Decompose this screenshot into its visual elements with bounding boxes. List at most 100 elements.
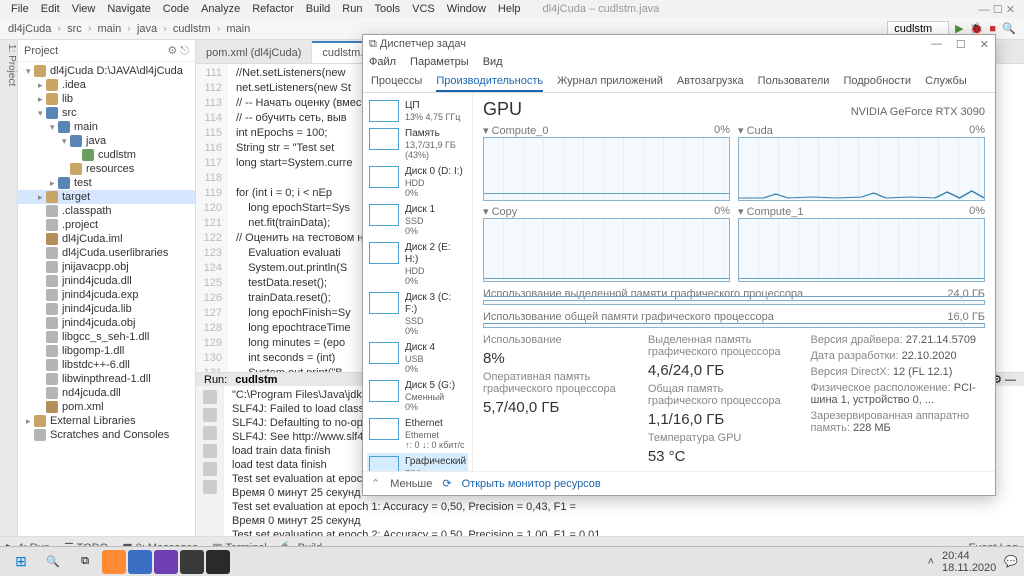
tm-menu-view[interactable]: Вид — [483, 56, 503, 68]
crumb[interactable]: src — [67, 23, 82, 35]
app-icon[interactable] — [154, 550, 178, 574]
tm-tab-performance[interactable]: Производительность — [436, 71, 543, 92]
menu-help[interactable]: Help — [493, 1, 526, 17]
up-icon[interactable] — [203, 426, 217, 440]
search-icon[interactable]: 🔍 — [38, 550, 68, 574]
device-item[interactable]: Диск 4USB0% — [367, 339, 468, 377]
app-icon[interactable] — [206, 550, 230, 574]
project-tool-tab[interactable]: 1: Project — [0, 40, 18, 536]
tree-item[interactable]: ▸target — [18, 190, 195, 204]
tab-pom[interactable]: pom.xml (dl4jCuda) — [196, 43, 312, 63]
tm-tabs[interactable]: Процессы Производительность Журнал прило… — [363, 71, 995, 93]
tree-item[interactable]: Scratches and Consoles — [18, 428, 195, 442]
app-icon[interactable] — [180, 550, 204, 574]
search-icon[interactable]: 🔍 — [1002, 22, 1016, 36]
tree-item[interactable]: nd4jcuda.dll — [18, 386, 195, 400]
crumb[interactable]: dl4jCuda — [8, 23, 51, 35]
tm-menubar[interactable]: Файл Параметры Вид — [363, 53, 995, 71]
rerun-icon[interactable] — [203, 390, 217, 404]
device-item[interactable]: Графический проNVIDIA GeForce RTX 3098% … — [367, 453, 468, 471]
tree-item[interactable]: ▾main — [18, 120, 195, 134]
fewer-details[interactable]: Меньше — [390, 478, 432, 490]
crumb[interactable]: main — [97, 23, 121, 35]
tm-tab-apphistory[interactable]: Журнал приложений — [557, 71, 663, 92]
stop-icon[interactable]: ■ — [989, 23, 996, 35]
taskview-icon[interactable]: ⧉ — [70, 550, 100, 574]
stop-icon[interactable] — [203, 408, 217, 422]
windows-taskbar[interactable]: ⊞ 🔍 ⧉ ˄ 20:4418.11.2020 💬 — [0, 546, 1024, 576]
device-item[interactable]: Диск 3 (C: F:)SSD0% — [367, 289, 468, 339]
tree-item[interactable]: ▸.idea — [18, 78, 195, 92]
run-toolbar[interactable] — [196, 386, 224, 558]
tree-item[interactable]: libstdc++-6.dll — [18, 358, 195, 372]
crumb[interactable]: java — [137, 23, 157, 35]
tm-tab-startup[interactable]: Автозагрузка — [677, 71, 744, 92]
tree-item[interactable]: ▸External Libraries — [18, 414, 195, 428]
tree-item[interactable]: resources — [18, 162, 195, 176]
tree-item[interactable]: jnind4jcuda.exp — [18, 288, 195, 302]
tree-item[interactable]: libwinpthread-1.dll — [18, 372, 195, 386]
open-resmon-link[interactable]: Открыть монитор ресурсов — [462, 478, 601, 490]
tree-item[interactable]: ▸test — [18, 176, 195, 190]
tree-item[interactable]: .project — [18, 218, 195, 232]
menu-view[interactable]: View — [67, 1, 101, 17]
menu-window[interactable]: Window — [442, 1, 491, 17]
tree-item[interactable]: pom.xml — [18, 400, 195, 414]
crumb[interactable]: cudlstm — [173, 23, 211, 35]
tree-item[interactable]: .classpath — [18, 204, 195, 218]
tree-item[interactable]: jnijavacpp.obj — [18, 260, 195, 274]
menu-tools[interactable]: Tools — [369, 1, 405, 17]
device-item[interactable]: EthernetEthernet↑: 0 ↓: 0 кбит/с — [367, 415, 468, 453]
down-icon[interactable] — [203, 444, 217, 458]
menu-code[interactable]: Code — [158, 1, 194, 17]
print-icon[interactable] — [203, 480, 217, 494]
tm-tab-details[interactable]: Подробности — [843, 71, 911, 92]
close-icon[interactable]: ✕ — [980, 38, 989, 51]
task-manager-window[interactable]: ⧉ Диспетчер задач — ☐ ✕ Файл Параметры В… — [362, 34, 996, 496]
device-item[interactable]: Диск 1SSD0% — [367, 201, 468, 239]
device-list[interactable]: ЦП13% 4,75 ГГцПамять13,7/31,9 ГБ (43%) Ди… — [363, 93, 473, 471]
menu-run[interactable]: Run — [337, 1, 367, 17]
tree-item[interactable]: libgomp-1.dll — [18, 344, 195, 358]
device-item[interactable]: Диск 5 (G:)Сменный0% — [367, 377, 468, 415]
maximize-icon[interactable]: ☐ — [956, 38, 966, 51]
device-item[interactable]: ЦП13% 4,75 ГГц — [367, 97, 468, 125]
tm-menu-file[interactable]: Файл — [369, 56, 396, 68]
wrap-icon[interactable] — [203, 462, 217, 476]
tm-tab-processes[interactable]: Процессы — [371, 71, 422, 92]
tm-titlebar[interactable]: ⧉ Диспетчер задач — ☐ ✕ — [363, 35, 995, 53]
device-item[interactable]: Память13,7/31,9 ГБ (43%) — [367, 125, 468, 163]
tree-item[interactable]: ▸lib — [18, 92, 195, 106]
menu-analyze[interactable]: Analyze — [196, 1, 245, 17]
tree-item[interactable]: ▾java — [18, 134, 195, 148]
tree-item[interactable]: jnind4jcuda.dll — [18, 274, 195, 288]
tm-menu-options[interactable]: Параметры — [410, 56, 469, 68]
menu-build[interactable]: Build — [301, 1, 335, 17]
menu-vcs[interactable]: VCS — [407, 1, 440, 17]
menu-edit[interactable]: Edit — [36, 1, 65, 17]
notification-icon[interactable]: 💬 — [1004, 555, 1018, 568]
device-item[interactable]: Диск 2 (E: H:)HDD0% — [367, 239, 468, 289]
tm-tab-services[interactable]: Службы — [925, 71, 967, 92]
tree-item[interactable]: ▾dl4jCuda D:\JAVA\dl4jCuda — [18, 64, 195, 78]
tree-item[interactable]: cudlstm — [18, 148, 195, 162]
tm-tab-users[interactable]: Пользователи — [758, 71, 830, 92]
tree-item[interactable]: dl4jCuda.userlibraries — [18, 246, 195, 260]
start-icon[interactable]: ⊞ — [6, 550, 36, 574]
tray-clock[interactable]: 20:4418.11.2020 — [942, 550, 996, 574]
minimize-icon[interactable]: — — [931, 38, 942, 51]
project-tree[interactable]: ▾dl4jCuda D:\JAVA\dl4jCuda▸.idea▸lib▾src… — [18, 62, 195, 536]
menu-file[interactable]: File — [6, 1, 34, 17]
menu-navigate[interactable]: Navigate — [102, 1, 155, 17]
tree-item[interactable]: ▾src — [18, 106, 195, 120]
tray-up-icon[interactable]: ˄ — [928, 556, 934, 568]
menu-refactor[interactable]: Refactor — [247, 1, 299, 17]
tree-item[interactable]: jnind4jcuda.obj — [18, 316, 195, 330]
ide-menubar[interactable]: File Edit View Navigate Code Analyze Ref… — [0, 0, 1024, 18]
tree-item[interactable]: libgcc_s_seh-1.dll — [18, 330, 195, 344]
crumb[interactable]: main — [226, 23, 250, 35]
app-icon[interactable] — [102, 550, 126, 574]
app-icon[interactable] — [128, 550, 152, 574]
tree-item[interactable]: dl4jCuda.iml — [18, 232, 195, 246]
collapse-icon[interactable]: ⌃ — [371, 477, 380, 490]
